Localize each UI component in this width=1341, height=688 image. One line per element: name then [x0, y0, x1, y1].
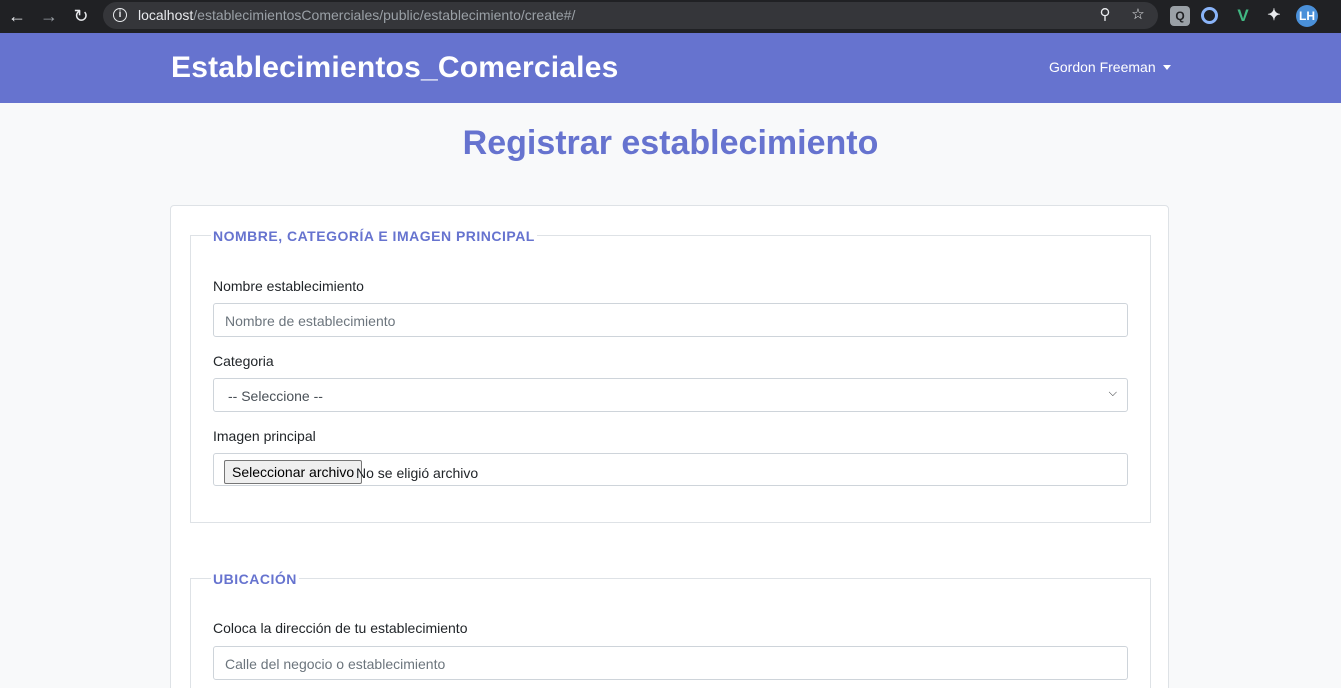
site-info-icon[interactable]: i: [113, 8, 127, 22]
image-label: Imagen principal: [213, 428, 316, 444]
fieldset-legend-general: Nombre, Categoría e imagen principal: [211, 228, 537, 244]
app-navbar: Establecimientos_Comerciales Gordon Free…: [0, 33, 1341, 103]
fieldset-general: Nombre, Categoría e imagen principal Nom…: [190, 228, 1151, 523]
user-name: Gordon Freeman: [1049, 59, 1156, 75]
url-path: /establecimientosComerciales/public/esta…: [193, 7, 576, 23]
brand-logo-text[interactable]: Establecimientos_Comerciales: [171, 51, 618, 85]
bookmark-star-icon[interactable]: ☆: [1129, 6, 1147, 24]
file-status-text: No se eligió archivo: [356, 465, 479, 481]
address-bar[interactable]: i localhost/establecimientosComerciales/…: [103, 2, 1158, 29]
chevron-down-icon: ⌵: [1108, 387, 1117, 399]
name-placeholder: Nombre de establecimiento: [225, 313, 396, 329]
extensions-puzzle-icon[interactable]: ✦: [1264, 6, 1284, 26]
category-selected-value: -- Seleccione --: [228, 388, 323, 404]
forward-arrow-icon[interactable]: →: [38, 5, 60, 27]
profile-avatar[interactable]: LH: [1296, 5, 1318, 27]
fieldset-legend-location: Ubicación: [211, 571, 299, 587]
url-host: localhost: [138, 7, 194, 23]
name-label: Nombre establecimiento: [213, 278, 364, 294]
choose-file-button[interactable]: Seleccionar archivo: [224, 460, 363, 484]
vue-devtools-icon[interactable]: V: [1233, 6, 1253, 26]
zoom-icon[interactable]: ⚲: [1096, 6, 1114, 24]
extension-q-icon[interactable]: Q: [1170, 6, 1190, 26]
category-label: Categoria: [213, 353, 274, 369]
address-placeholder: Calle del negocio o establecimiento: [225, 656, 446, 672]
name-input[interactable]: Nombre de establecimiento: [213, 303, 1128, 337]
page-title: Registrar establecimiento: [462, 124, 879, 162]
image-file-input[interactable]: Seleccionar archivo No se eligió archivo: [213, 453, 1128, 486]
reload-icon[interactable]: ↻: [70, 5, 92, 27]
browser-toolbar: ← → ↻ i localhost/establecimientosComerc…: [0, 0, 1341, 33]
extension-ring-icon[interactable]: [1201, 7, 1218, 24]
address-input[interactable]: Calle del negocio o establecimiento: [213, 646, 1128, 680]
fieldset-location: Ubicación Coloca la dirección de tu esta…: [190, 571, 1151, 688]
caret-down-icon: [1162, 65, 1171, 70]
category-select[interactable]: -- Seleccione -- ⌵: [213, 378, 1128, 412]
form-card: Nombre, Categoría e imagen principal Nom…: [170, 205, 1169, 688]
user-dropdown[interactable]: Gordon Freeman: [1049, 59, 1171, 75]
url-text[interactable]: localhost/establecimientosComerciales/pu…: [138, 7, 575, 23]
back-arrow-icon[interactable]: ←: [6, 5, 28, 27]
address-label: Coloca la dirección de tu establecimient…: [213, 620, 468, 636]
